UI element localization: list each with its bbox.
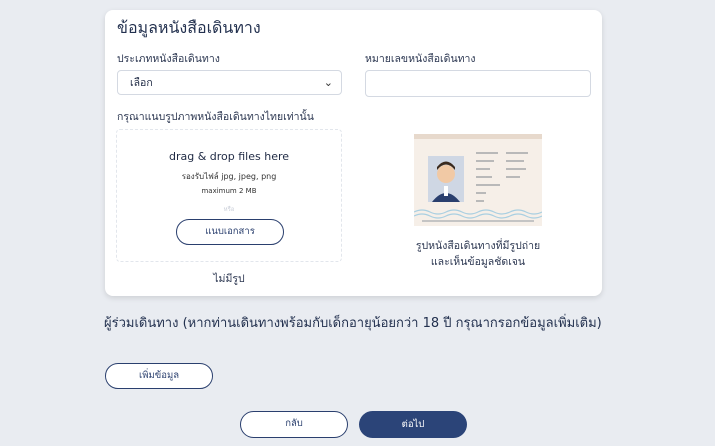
- attach-document-button[interactable]: แนบเอกสาร: [176, 219, 284, 245]
- file-dropzone[interactable]: drag & drop files here รองรับไฟล์ jpg, j…: [116, 129, 342, 262]
- passport-number-input[interactable]: [365, 70, 591, 97]
- passport-type-select[interactable]: เลือก ⌄: [117, 70, 342, 95]
- chevron-down-icon: ⌄: [323, 76, 333, 89]
- back-button[interactable]: กลับ: [240, 411, 348, 438]
- sample-caption-line2: และเห็นข้อมูลชัดเจน: [430, 256, 526, 268]
- sample-passport-image: [414, 134, 542, 226]
- passport-type-label: ประเภทหนังสือเดินทาง: [117, 53, 220, 65]
- next-button[interactable]: ต่อไป: [359, 411, 467, 438]
- upload-label: กรุณาแนบรูปภาพหนังสือเดินทางไทยเท่านั้น: [117, 111, 314, 123]
- passport-type-value: เลือก: [130, 77, 153, 89]
- dropzone-or: หรือ: [223, 206, 235, 213]
- dropzone-title: drag & drop files here: [168, 150, 290, 163]
- passport-info-card: ข้อมูลหนังสือเดินทาง ประเภทหนังสือเดินทา…: [105, 10, 602, 296]
- dropzone-max-size: maximum 2 MB: [201, 187, 257, 195]
- sample-caption-line1: รูปหนังสือเดินทางที่มีรูปถ่าย: [415, 240, 541, 252]
- passport-number-label: หมายเลขหนังสือเดินทาง: [365, 53, 476, 65]
- add-info-button[interactable]: เพิ่มข้อมูล: [105, 363, 213, 389]
- sample-caption: รูปหนังสือเดินทางที่มีรูปถ่าย และเห็นข้อ…: [385, 238, 571, 270]
- companion-info-text: ผู้ร่วมเดินทาง (หากท่านเดินทางพร้อมกับเด…: [104, 316, 602, 331]
- dropzone-formats: รองรับไฟล์ jpg, jpeg, png: [181, 172, 277, 181]
- section-title: ข้อมูลหนังสือเดินทาง: [117, 18, 261, 37]
- no-image-text: ไม่มีรูป: [213, 273, 245, 285]
